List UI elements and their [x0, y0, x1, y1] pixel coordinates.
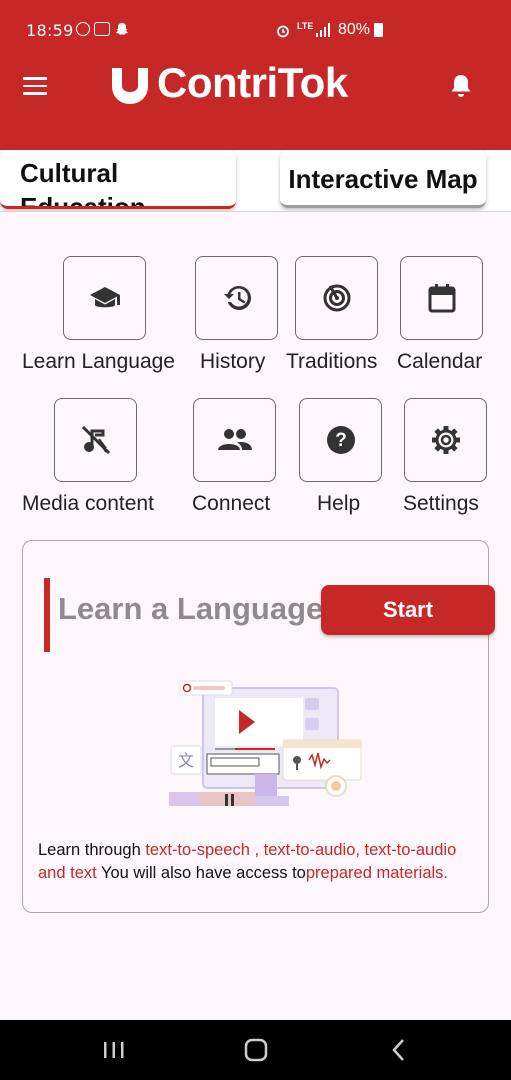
- history-icon: [223, 285, 251, 310]
- battery-icon: [374, 23, 383, 37]
- status-time: 18:59: [26, 21, 74, 40]
- battery-percentage: 80%: [338, 21, 371, 38]
- alarm-icon: [277, 25, 289, 38]
- svg-text:文: 文: [178, 751, 194, 770]
- accent-bar: [44, 578, 50, 652]
- calendar-icon: [428, 284, 455, 313]
- feature-label: Media content: [22, 492, 154, 515]
- music-off-icon: [81, 425, 110, 455]
- learn-language-card: Learn a Language Start 文 Learn through t…: [22, 540, 495, 913]
- status-bar: 18:59 LTE 80%: [0, 0, 511, 64]
- card-title: Learn a Language: [58, 591, 324, 626]
- desc-highlight: prepared materials.: [305, 864, 449, 882]
- radar-icon: [323, 284, 350, 312]
- section-tabs: Cultural Education Interactive Map: [0, 150, 511, 212]
- feature-label: Traditions: [286, 350, 378, 373]
- feature-label: History: [200, 350, 266, 373]
- desc-text: Learn through: [38, 841, 146, 859]
- feature-label: Settings: [403, 492, 479, 515]
- tab-label: Cultural Education: [20, 158, 146, 209]
- people-icon: [217, 429, 252, 450]
- tab-label: Interactive Map: [288, 164, 478, 194]
- desc-text: You will also have access to: [96, 864, 306, 882]
- u-magnet-logo: [112, 66, 148, 104]
- language-learning-illustration: 文: [169, 680, 362, 806]
- school-cap-icon: [89, 287, 120, 308]
- card-description: Learn through text-to-speech , text-to-a…: [38, 839, 478, 885]
- system-navigation-bar: [0, 1020, 511, 1080]
- feature-label: Connect: [192, 492, 271, 515]
- start-button[interactable]: Start: [321, 585, 495, 635]
- feature-label: Help: [317, 492, 361, 515]
- hamburger-menu-icon[interactable]: [23, 77, 47, 95]
- feature-label: Learn Language: [22, 350, 175, 373]
- recent-apps-icon[interactable]: [100, 1036, 128, 1064]
- feature-label: Calendar: [397, 350, 483, 373]
- svg-text:?: ?: [335, 430, 347, 451]
- lte-indicator: LTE: [297, 21, 314, 31]
- notification-b-icon: [76, 22, 90, 36]
- signal-icon: [316, 23, 330, 37]
- notification-image-icon: [94, 22, 110, 36]
- home-icon[interactable]: [242, 1036, 270, 1064]
- bell-icon[interactable]: [449, 73, 473, 99]
- help-icon: ?: [326, 426, 355, 454]
- tab-interactive-map[interactable]: Interactive Map: [280, 150, 486, 208]
- back-icon[interactable]: [386, 1036, 414, 1064]
- gear-icon: [431, 426, 460, 454]
- app-title: ContriTok: [157, 59, 348, 106]
- tab-cultural-education[interactable]: Cultural Education: [0, 150, 236, 209]
- app-header: 18:59 LTE 80% ContriTok: [0, 0, 511, 150]
- notification-icons: [76, 22, 130, 38]
- snapchat-icon: [116, 23, 128, 35]
